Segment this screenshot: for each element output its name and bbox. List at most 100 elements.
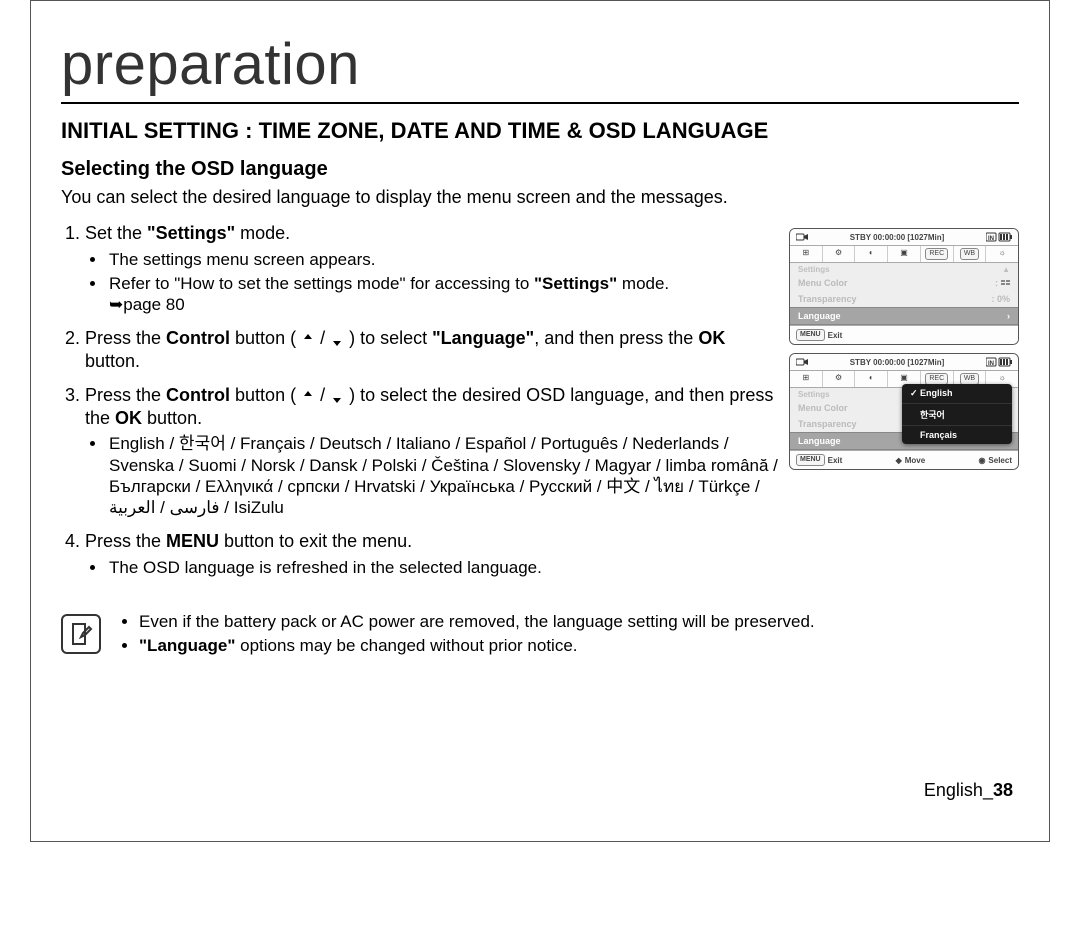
popup-o1-text: English bbox=[920, 388, 953, 398]
osd2-bottom: MENU Exit ◆ Move ◉ Select bbox=[790, 450, 1018, 469]
osd2-select-label: Select bbox=[988, 456, 1012, 465]
card-battery-icon: IN bbox=[986, 357, 1012, 367]
camcorder-icon bbox=[796, 232, 808, 242]
step1-b2-prefix: Refer to "How to set the settings mode" … bbox=[109, 274, 534, 293]
card-battery-icon: IN bbox=[986, 232, 1012, 242]
note-list: Even if the battery pack or AC power are… bbox=[119, 612, 815, 660]
step2-bold2: "Language" bbox=[432, 328, 534, 348]
figures-column: STBY 00:00:00 [1027Min] IN ⊞ ⚙ ◐ ▣ REC W… bbox=[789, 222, 1019, 470]
page-sep: _ bbox=[983, 780, 993, 800]
intro-text: You can select the desired language to d… bbox=[61, 187, 1019, 208]
step3-langs: English / 한국어 / Français / Deutsch / Ita… bbox=[107, 433, 781, 518]
osd1-exit-label: Exit bbox=[828, 331, 843, 340]
content-row: Set the "Settings" mode. The settings me… bbox=[61, 222, 1019, 590]
page-number: English_38 bbox=[61, 780, 1019, 801]
check-icon: ✓ bbox=[910, 388, 920, 399]
step-2: Press the Control button ( / ) to select… bbox=[85, 327, 781, 372]
wb-icon: WB bbox=[954, 246, 987, 262]
osd1-r1-label: Menu Color bbox=[798, 278, 848, 288]
note-1: Even if the battery pack or AC power are… bbox=[139, 612, 815, 632]
gear-icon: ⚙ bbox=[823, 371, 856, 387]
osd1-heading: Settings ▲ bbox=[790, 263, 1018, 275]
step1-b1: The settings menu screen appears. bbox=[107, 249, 781, 270]
step1-suffix: mode. bbox=[235, 223, 290, 243]
osd2-r3-label: Language bbox=[798, 436, 841, 446]
step1-b2: Refer to "How to set the settings mode" … bbox=[107, 273, 781, 316]
step2-mid3: , and then press the bbox=[534, 328, 698, 348]
step4-b1: The OSD language is refreshed in the sel… bbox=[107, 557, 781, 578]
osd1-row-transparency: Transparency : 0% bbox=[790, 291, 1018, 307]
osd1-heading-text: Settings bbox=[798, 265, 830, 274]
osd1-bottom: MENU Exit bbox=[790, 325, 1018, 344]
note-2-rest: options may be changed without prior not… bbox=[235, 636, 577, 655]
step2-mid2: ) to select bbox=[344, 328, 432, 348]
manual-page: preparation INITIAL SETTING : TIME ZONE,… bbox=[30, 0, 1050, 842]
gear-icon: ⚙ bbox=[823, 246, 856, 262]
brightness-icon: ◐ bbox=[855, 371, 888, 387]
picture-icon: ▣ bbox=[888, 246, 921, 262]
page-lang: English bbox=[924, 780, 983, 800]
brightness-icon: ◐ bbox=[855, 246, 888, 262]
up-down-arrows-icon: / bbox=[301, 328, 344, 348]
light-icon: ☼ bbox=[986, 246, 1018, 262]
step2-suffix: button. bbox=[85, 351, 140, 371]
menu-chip: MENU bbox=[796, 329, 825, 341]
step2-bold3: OK bbox=[698, 328, 725, 348]
note-2-bold: "Language" bbox=[139, 636, 235, 655]
osd-screen-1: STBY 00:00:00 [1027Min] IN ⊞ ⚙ ◐ ▣ REC W… bbox=[789, 228, 1019, 345]
step1-b2-suffix: mode. bbox=[617, 274, 669, 293]
osd2-r1-label: Menu Color bbox=[798, 403, 848, 413]
step-4: Press the MENU button to exit the menu. … bbox=[85, 530, 781, 578]
step4-prefix: Press the bbox=[85, 531, 166, 551]
rec-icon: REC bbox=[921, 246, 954, 262]
step3-bullets: English / 한국어 / Français / Deutsch / Ita… bbox=[85, 433, 781, 518]
step2-bold1: Control bbox=[166, 328, 230, 348]
step-3: Press the Control button ( / ) to select… bbox=[85, 384, 781, 518]
grid-icon: ⊞ bbox=[790, 371, 823, 387]
step2-mid1: button ( bbox=[230, 328, 301, 348]
osd-screen-2: STBY 00:00:00 [1027Min] IN ⊞ ⚙ ◐ ▣ REC W… bbox=[789, 353, 1019, 470]
svg-text:IN: IN bbox=[988, 361, 994, 367]
osd1-iconbar: ⊞ ⚙ ◐ ▣ REC WB ☼ bbox=[790, 246, 1018, 263]
osd2-top: STBY 00:00:00 [1027Min] IN bbox=[790, 354, 1018, 371]
popup-item-korean: 한국어 bbox=[902, 404, 1012, 426]
up-arrow-icon: ▲ bbox=[1002, 265, 1010, 274]
note-2: "Language" options may be changed withou… bbox=[139, 636, 815, 656]
note-icon bbox=[61, 614, 101, 654]
page-num-value: 38 bbox=[993, 780, 1013, 800]
select-dot-icon: ◉ bbox=[978, 456, 985, 465]
osd2-r2-label: Transparency bbox=[798, 419, 857, 429]
step1-b2-page: ➥page 80 bbox=[109, 295, 185, 314]
osd1-row-language: Language › bbox=[790, 307, 1018, 325]
osd1-r2-value: : 0% bbox=[991, 294, 1010, 304]
osd2-status: STBY 00:00:00 [1027Min] bbox=[850, 358, 945, 367]
osd1-r1-value: : bbox=[995, 278, 1010, 288]
step3-prefix: Press the bbox=[85, 385, 166, 405]
right-chevron-icon: › bbox=[1007, 311, 1010, 321]
popup-item-english: ✓English bbox=[902, 384, 1012, 404]
osd1-r3-label: Language bbox=[798, 311, 841, 321]
step1-bullets: The settings menu screen appears. Refer … bbox=[85, 249, 781, 316]
osd1-body: Settings ▲ Menu Color : Transparency : 0%… bbox=[790, 263, 1018, 325]
note-row: Even if the battery pack or AC power are… bbox=[61, 612, 1019, 660]
step3-bold2: OK bbox=[115, 408, 142, 428]
popup-o3-text: Français bbox=[920, 430, 957, 440]
steps-list: Set the "Settings" mode. The settings me… bbox=[61, 222, 781, 578]
step4-bullets: The OSD language is refreshed in the sel… bbox=[85, 557, 781, 578]
color-swatch-icon bbox=[1001, 280, 1010, 286]
step4-suffix: button to exit the menu. bbox=[219, 531, 412, 551]
language-popup: ✓English 한국어 Français bbox=[902, 384, 1012, 444]
osd2-exit-label: Exit bbox=[828, 456, 843, 465]
step3-bold1: Control bbox=[166, 385, 230, 405]
section-title: INITIAL SETTING : TIME ZONE, DATE AND TI… bbox=[61, 118, 1019, 144]
step3-suffix: button. bbox=[142, 408, 202, 428]
osd2-heading-text: Settings bbox=[798, 390, 830, 399]
subsection-title: Selecting the OSD language bbox=[61, 158, 1019, 181]
osd1-top: STBY 00:00:00 [1027Min] IN bbox=[790, 229, 1018, 246]
text-column: Set the "Settings" mode. The settings me… bbox=[61, 222, 789, 590]
osd2-move-label: Move bbox=[905, 456, 925, 465]
up-down-arrows-icon: / bbox=[301, 385, 344, 405]
menu-chip: MENU bbox=[796, 454, 825, 466]
camcorder-icon bbox=[796, 357, 808, 367]
step1-prefix: Set the bbox=[85, 223, 147, 243]
